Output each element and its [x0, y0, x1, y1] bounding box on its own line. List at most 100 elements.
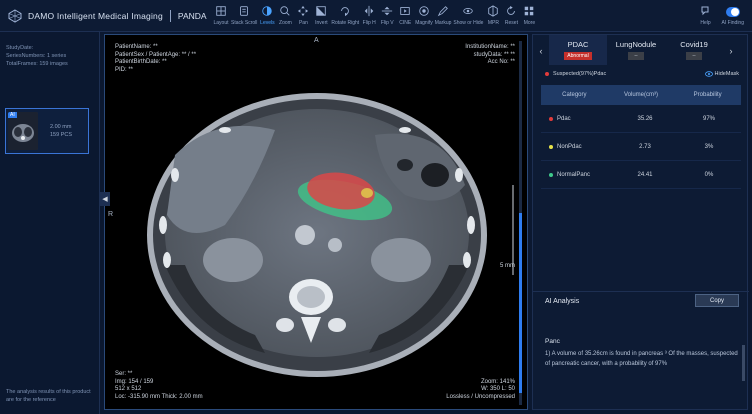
tool-label: Levels: [260, 19, 275, 26]
scale-value: 5 mm: [500, 263, 515, 269]
tool-label: Stack Scroll: [231, 19, 258, 26]
magnify-icon: [417, 4, 431, 18]
module-name: PANDA: [177, 10, 207, 21]
mpr-icon: [486, 4, 500, 18]
markup-icon: [436, 4, 450, 18]
tab-covid19[interactable]: Covid19 --: [665, 35, 723, 65]
toggle-switch[interactable]: [725, 7, 740, 17]
results-table: Category Volume(cm³) Probability Pdac 35…: [541, 85, 741, 189]
hide-mask-label: HideMask: [714, 71, 739, 77]
tool-flip-h-button[interactable]: Flip H: [361, 4, 377, 26]
row-probability: 97%: [702, 115, 715, 122]
overlay-top-left: PatientName: ** PatientSex / PatientAge:…: [115, 44, 196, 74]
patient-sex-age: PatientSex / PatientAge: ** / **: [115, 51, 197, 58]
table-row[interactable]: NonPdac 2.73 3%: [541, 133, 741, 161]
tool-zoom-button[interactable]: Zoom: [277, 4, 293, 26]
tool-label: Flip H: [362, 19, 376, 26]
tool-invert-button[interactable]: Invert: [313, 4, 329, 26]
row-category: Pdac: [541, 116, 613, 122]
tool-pan-button[interactable]: Pan: [295, 4, 311, 26]
help-button[interactable]: Help: [697, 4, 713, 26]
tab-lungnodule-status: --: [628, 52, 644, 60]
tool-label: CINE: [399, 19, 412, 26]
suspected-result: Suspected(97%)Pdac: [545, 71, 606, 77]
tool-rotate-right-button[interactable]: Rotate Right: [331, 4, 359, 26]
right-tools: Help AI Finding: [691, 4, 746, 26]
row-category: NonPdac: [541, 144, 613, 150]
tool-label: Zoom: [279, 19, 292, 26]
tool-stack-scroll-button[interactable]: Stack Scroll: [231, 4, 257, 26]
slice-scrollbar-thumb[interactable]: [519, 213, 522, 393]
series-thumbnail[interactable]: AI: [8, 112, 38, 150]
header-probability: Probability: [693, 92, 722, 98]
tool-label: Pan: [298, 19, 308, 26]
tool-reset-button[interactable]: Reset: [503, 4, 519, 26]
table-row[interactable]: NormalPanc 24.41 0%: [541, 161, 741, 189]
tool-show-hide-button[interactable]: Show or Hide: [453, 4, 483, 26]
tool-mpr-button[interactable]: MPR: [485, 4, 501, 26]
ai-analysis-text: Panc 1) A volume of 35.26cm is found in …: [545, 337, 741, 369]
overlay-bottom-left: Ser: ** Img: 154 / 159 512 x 512 Loc: -3…: [115, 371, 203, 401]
window-level: W: 350 L: 50: [481, 386, 515, 392]
compression-info: Lossless / Uncompressed: [446, 393, 515, 400]
tool-label: Layout: [213, 19, 229, 26]
more-icon: [522, 4, 536, 18]
ai-finding-label: AI Finding: [721, 20, 744, 26]
tool-layout-button[interactable]: Layout: [213, 4, 229, 26]
layout-icon: [214, 4, 228, 18]
tool-label: Markup: [434, 19, 452, 26]
cine-icon: [398, 4, 412, 18]
disclaimer-text: The analysis results of this product are…: [6, 389, 91, 403]
header-category: Category: [562, 92, 587, 98]
row-volume: 2.73: [639, 143, 651, 150]
orientation-left: R: [108, 211, 114, 218]
ai-badge: AI: [8, 112, 17, 118]
tool-flip-v-button[interactable]: Flip V: [379, 4, 395, 26]
row-volume: 24.41: [637, 171, 653, 178]
tool-cine-button[interactable]: CINE: [397, 4, 413, 26]
suspect-dot-icon: [545, 72, 549, 76]
series-numbers: SeriesNumbers: 1 series: [6, 53, 67, 59]
finding-tabs: ‹ PDAC Abnormal LungNodule -- Covid19 --…: [533, 35, 749, 67]
tabs-next-button[interactable]: ›: [723, 35, 739, 67]
overlay-bottom-right: Zoom: 141% W: 350 L: 50 Lossless / Uncom…: [446, 379, 515, 402]
analysis-scrollbar[interactable]: [742, 345, 745, 381]
tool-label: Invert: [315, 19, 328, 26]
tool-more-button[interactable]: More: [521, 4, 537, 26]
copy-button[interactable]: Copy: [695, 294, 739, 307]
flip-h-icon: [362, 4, 376, 18]
tool-label: Rotate Right: [331, 19, 360, 26]
series-label: Ser: **: [115, 371, 133, 377]
tool-label: MPR: [487, 19, 499, 26]
tab-lungnodule[interactable]: LungNodule --: [607, 35, 665, 65]
table-row[interactable]: Pdac 35.26 97%: [541, 105, 741, 133]
zoom-icon: [278, 4, 292, 18]
show-hide-icon: [461, 4, 475, 18]
series-thumbnail-card[interactable]: AI 2.00 mm 159 PCS: [5, 108, 89, 154]
tab-pdac[interactable]: PDAC Abnormal: [549, 35, 607, 65]
tool-label: Reset: [504, 19, 518, 26]
tool-magnify-button[interactable]: Magnify: [415, 4, 433, 26]
ct-scan-image[interactable]: [105, 35, 528, 410]
tool-markup-button[interactable]: Markup: [434, 4, 452, 26]
tabs-prev-button[interactable]: ‹: [533, 35, 549, 67]
pdac-dot-icon: [549, 116, 553, 121]
pan-icon: [296, 4, 310, 18]
tool-levels-button[interactable]: Levels: [259, 4, 275, 26]
tool-label: More: [523, 19, 536, 26]
tool-label: Show or Hide: [453, 19, 484, 26]
image-viewport[interactable]: A R 5 mm PatientName: ** PatientSex / Pa…: [104, 34, 528, 410]
normalpanc-dot-icon: [549, 172, 553, 177]
ai-results-panel: ‹ PDAC Abnormal LungNodule -- Covid19 --…: [532, 34, 749, 410]
help-label: Help: [700, 20, 711, 26]
tab-pdac-status: Abnormal: [564, 52, 592, 60]
ai-finding-toggle[interactable]: AI Finding: [721, 4, 744, 26]
row-category-label: Pdac: [557, 115, 571, 122]
matrix-size: 512 x 512: [115, 386, 142, 392]
levels-icon: [260, 4, 274, 18]
patient-birthdate: PatientBirthDate: **: [115, 59, 167, 65]
study-panel: StudyDate: SeriesNumbers: 1 series Total…: [0, 32, 100, 414]
collapse-panel-button[interactable]: ◀: [100, 192, 110, 206]
eye-icon: [704, 71, 713, 77]
hide-mask-button[interactable]: HideMask: [704, 71, 739, 77]
